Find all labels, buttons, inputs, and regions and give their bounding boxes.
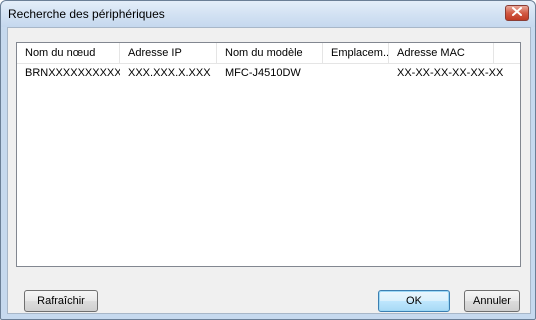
- column-header-model-name[interactable]: Nom du modèle: [217, 43, 323, 63]
- refresh-button[interactable]: Rafraîchir: [24, 290, 98, 312]
- dialog-title: Recherche des périphériques: [8, 7, 165, 21]
- column-header-mac-address[interactable]: Adresse MAC: [389, 43, 494, 63]
- cancel-button[interactable]: Annuler: [464, 290, 520, 312]
- cell-node-name: BRNXXXXXXXXXXXX: [25, 67, 120, 79]
- ok-button[interactable]: OK: [378, 290, 450, 312]
- cell-ip-address: XXX.XXX.X.XXX: [128, 67, 211, 79]
- dialog-client-area: Nom du nœud Adresse IP Nom du modèle Emp…: [7, 27, 531, 314]
- table-row[interactable]: BRNXXXXXXXXXXXX XXX.XXX.X.XXX MFC-J4510D…: [17, 64, 520, 82]
- close-button[interactable]: [505, 5, 529, 21]
- column-header-location[interactable]: Emplacem...: [323, 43, 389, 63]
- list-header: Nom du nœud Adresse IP Nom du modèle Emp…: [17, 43, 520, 64]
- dialog-window: Recherche des périphériques Nom du nœud …: [0, 0, 536, 320]
- device-list[interactable]: Nom du nœud Adresse IP Nom du modèle Emp…: [16, 42, 521, 267]
- cell-model-name: MFC-J4510DW: [225, 67, 301, 79]
- cell-mac-address: XX-XX-XX-XX-XX-XX: [397, 67, 504, 79]
- close-icon: [512, 7, 522, 19]
- column-header-ip-address[interactable]: Adresse IP: [120, 43, 217, 63]
- column-header-node-name[interactable]: Nom du nœud: [17, 43, 120, 63]
- title-bar[interactable]: Recherche des périphériques: [1, 1, 535, 27]
- cell-location: [323, 64, 389, 82]
